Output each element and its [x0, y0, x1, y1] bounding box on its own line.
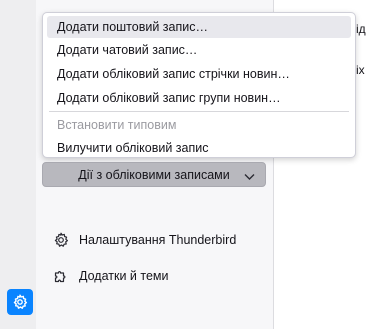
menu-item-add-chat-account[interactable]: Додати чатовий запис…	[47, 39, 351, 61]
menu-item-remove-account[interactable]: Вилучити обліковий запис	[47, 137, 351, 159]
addons-themes-label: Додатки й теми	[79, 269, 169, 283]
addons-themes-link[interactable]: Додатки й теми	[52, 267, 168, 285]
menu-item-add-feed-account[interactable]: Додати обліковий запис стрічки новин…	[47, 63, 351, 85]
menu-separator	[49, 111, 349, 112]
account-actions-button-label: Дії з обліковими записами	[78, 167, 230, 182]
account-actions-button[interactable]: Дії з обліковими записами	[42, 162, 266, 187]
menu-item-set-default[interactable]: Встановити типовим	[47, 114, 351, 136]
gear-icon	[52, 231, 70, 249]
settings-gear-icon[interactable]	[7, 289, 33, 315]
account-actions-menu: Додати поштовий запис… Додати чатовий за…	[42, 12, 356, 158]
puzzle-icon	[52, 267, 70, 285]
spaces-toolbar	[0, 0, 36, 329]
menu-item-add-mail-account[interactable]: Додати поштовий запис…	[47, 16, 351, 38]
chevron-down-icon	[244, 170, 255, 184]
thunderbird-settings-label: Налаштування Thunderbird	[79, 233, 237, 247]
thunderbird-settings-link[interactable]: Налаштування Thunderbird	[52, 231, 236, 249]
right-pane-text-fragment: іх	[356, 63, 365, 77]
menu-item-add-newsgroup-account[interactable]: Додати обліковий запис групи новин…	[47, 87, 351, 109]
right-pane-text-fragment: ід	[356, 22, 366, 36]
